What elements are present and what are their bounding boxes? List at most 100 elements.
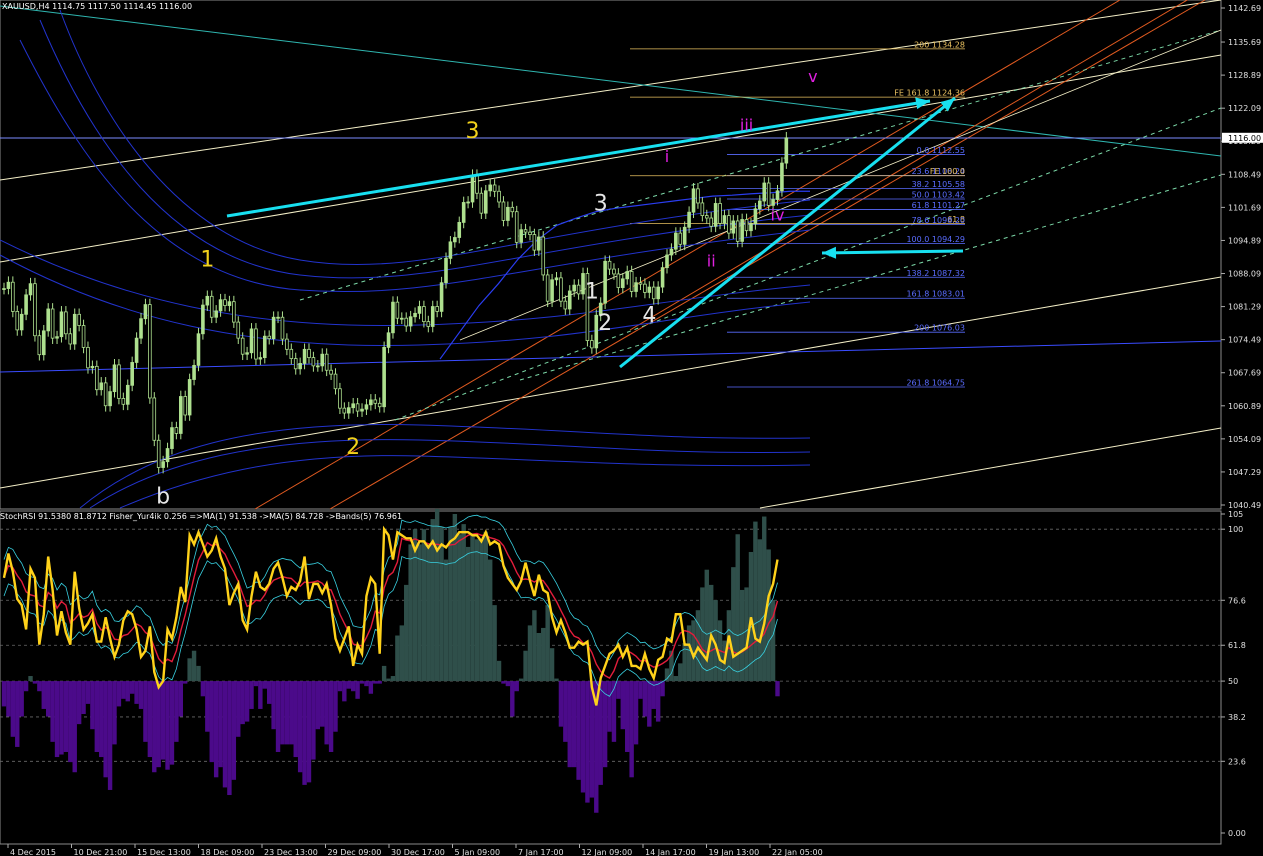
- fibo-level-label: 100.0 1094.29: [906, 235, 965, 244]
- fisher-hist-bar: [169, 681, 175, 765]
- fisher-hist-bar: [408, 544, 413, 682]
- candle-body: [501, 201, 506, 221]
- fisher-hist-bar: [625, 681, 630, 752]
- candle-body: [276, 316, 280, 319]
- time-axis-label: 22 Jan 05:00: [772, 848, 823, 856]
- fisher-hist-bar: [213, 681, 219, 778]
- candle-body: [55, 336, 59, 339]
- indicator-axis-label: 105: [1228, 510, 1243, 519]
- candle-body: [461, 202, 466, 223]
- candle-body: [342, 407, 347, 414]
- candle-body: [187, 379, 192, 416]
- fisher-hist-bar: [178, 681, 183, 717]
- fisher-hist-bar: [333, 681, 338, 732]
- candle-body: [399, 317, 404, 320]
- price-axis-label: 1128.89: [1228, 71, 1261, 80]
- candle-body: [240, 337, 245, 355]
- fisher-hist-bar: [616, 681, 621, 699]
- candle-body: [316, 365, 320, 368]
- fisher-hist-bar: [218, 681, 223, 768]
- candle-body: [130, 362, 134, 386]
- wave-label: ii: [707, 252, 716, 271]
- fisher-hist-bar: [510, 681, 515, 717]
- candle-body: [651, 286, 656, 300]
- candle-body: [704, 215, 709, 219]
- candle-body: [201, 304, 205, 335]
- fisher-hist-bar: [545, 605, 550, 682]
- fisher-hist-bar: [231, 681, 237, 780]
- candle-body: [519, 229, 523, 243]
- fisher-hist-bar: [474, 539, 480, 682]
- fisher-hist-bar: [536, 632, 542, 682]
- candle-body: [563, 300, 568, 310]
- fisher-hist-bar: [399, 625, 404, 682]
- candle-body: [298, 363, 302, 370]
- fisher-hist-bar: [302, 681, 307, 785]
- time-axis-label: 4 Dec 2015: [10, 848, 56, 856]
- candle-body: [722, 215, 727, 224]
- fisher-hist-bar: [72, 681, 77, 773]
- fisher-hist-bar: [6, 681, 11, 717]
- candle-body: [174, 427, 179, 434]
- candle-body: [68, 333, 73, 345]
- fisher-hist-bar: [766, 549, 771, 682]
- fisher-hist-bar: [258, 681, 263, 709]
- candle-body: [612, 268, 616, 275]
- chart-window[interactable]: 200 1134.28 FE 161.8 1124.36 0.0 1112.55 23…: [0, 0, 1263, 856]
- price-chart[interactable]: 200 1134.28FE 161.8 1124.360.0 1112.5523…: [0, 0, 1263, 856]
- fisher-hist-bar: [191, 650, 197, 682]
- price-axis-label: 1142.69: [1228, 4, 1261, 13]
- candle-body: [369, 399, 373, 406]
- wave-label: 1: [585, 279, 599, 304]
- candle-body: [33, 283, 37, 337]
- candle-body: [731, 220, 736, 234]
- price-axis-label: 1135.69: [1228, 38, 1261, 47]
- candle-body: [386, 332, 391, 348]
- candle-body: [245, 352, 249, 355]
- fisher-hist-bar: [514, 681, 519, 692]
- candle-body: [621, 278, 625, 288]
- price-axis-label: 1060.89: [1228, 402, 1261, 411]
- candle-body: [656, 286, 660, 300]
- candle-body: [554, 277, 559, 281]
- fisher-hist-bar: [479, 539, 484, 682]
- fisher-hist-bar: [306, 681, 312, 783]
- fibo-level-label: 138.2 1087.32: [906, 269, 965, 278]
- candle-body: [11, 281, 15, 312]
- candle-body: [744, 219, 749, 232]
- fisher-hist-bar: [620, 681, 625, 730]
- candle-body: [687, 211, 691, 228]
- candle-body: [700, 202, 705, 217]
- candle-body: [81, 325, 86, 348]
- fisher-hist-bar: [439, 526, 444, 682]
- fisher-hist-bar: [284, 681, 290, 745]
- fisher-hist-bar: [37, 681, 42, 692]
- candle-body: [156, 439, 161, 468]
- fisher-hist-bar: [541, 627, 546, 682]
- candle-body: [170, 427, 174, 449]
- candle-body: [285, 338, 289, 350]
- candle-body: [457, 222, 462, 238]
- fisher-hist-bar: [205, 681, 210, 732]
- candle-body: [37, 335, 42, 356]
- fisher-hist-bar: [41, 681, 46, 709]
- candle-body: [603, 260, 607, 304]
- candle-body: [550, 279, 554, 302]
- fisher-hist-bar: [1, 681, 7, 707]
- candle-body: [346, 407, 351, 414]
- candle-body: [466, 201, 470, 204]
- fisher-hist-bar: [457, 534, 462, 682]
- time-axis-label: 23 Dec 13:00: [264, 848, 318, 856]
- candle-body: [232, 301, 236, 323]
- fisher-hist-bar: [518, 678, 524, 682]
- candle-body: [537, 236, 541, 251]
- candle-body: [567, 290, 572, 310]
- fibo-level-label: 78.6 1098.20: [912, 216, 965, 225]
- fisher-hist-bar: [236, 681, 241, 737]
- candle-body: [430, 306, 435, 327]
- candle-body: [178, 396, 183, 434]
- fisher-hist-bar: [660, 681, 665, 697]
- candle-body: [373, 399, 378, 404]
- time-axis-label: 19 Jan 13:00: [709, 848, 760, 856]
- candle-body: [293, 358, 298, 370]
